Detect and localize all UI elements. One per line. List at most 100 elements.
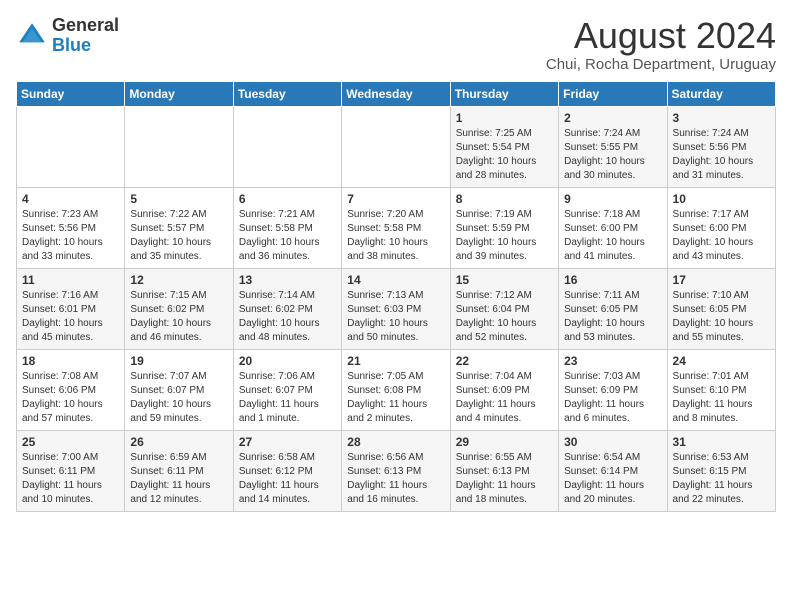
cell-w4-d3: 20 Sunrise: 7:06 AM Sunset: 6:07 PM Dayli…	[233, 349, 341, 430]
week-row-1: 1Sunrise: 7:25 AM Sunset: 5:54 PM Daylig…	[17, 106, 776, 187]
cell-w4-d5: 22 Sunrise: 7:04 AM Sunset: 6:09 PM Dayli…	[450, 349, 558, 430]
cell-w5-d4: 28Sunrise: 6:56 AM Sunset: 6:13 PM Dayli…	[342, 430, 450, 511]
location: Chui, Rocha Department, Uruguay	[546, 56, 776, 73]
day-number: 16	[564, 273, 661, 287]
cell-w5-d2: 26 Sunrise: 6:59 AM Sunset: 6:11 PM Dayli…	[125, 430, 233, 511]
day-number: 9	[564, 192, 661, 206]
cell-content: Sunrise: 7:07 AM Sunset: 6:07 PM Dayligh…	[130, 370, 227, 426]
cell-w3-d5: 15 Sunrise: 7:12 AM Sunset: 6:04 PM Dayli…	[450, 268, 558, 349]
week-row-5: 25Sunrise: 7:00 AM Sunset: 6:11 PM Dayli…	[17, 430, 776, 511]
day-number: 3	[673, 111, 770, 125]
cell-w4-d4: 21 Sunrise: 7:05 AM Sunset: 6:08 PM Dayli…	[342, 349, 450, 430]
day-number: 12	[130, 273, 227, 287]
cell-w2-d2: 5 Sunrise: 7:22 AM Sunset: 5:57 PM Daylig…	[125, 187, 233, 268]
cell-w3-d4: 14 Sunrise: 7:13 AM Sunset: 6:03 PM Dayli…	[342, 268, 450, 349]
week-row-4: 18Sunrise: 7:08 AM Sunset: 6:06 PM Dayli…	[17, 349, 776, 430]
day-number: 21	[347, 354, 444, 368]
cell-content: Sunrise: 7:23 AM Sunset: 5:56 PM Dayligh…	[22, 208, 119, 264]
day-number: 2	[564, 111, 661, 125]
day-number: 20	[239, 354, 336, 368]
logo: General Blue	[16, 16, 119, 56]
day-number: 5	[130, 192, 227, 206]
cell-content: Sunrise: 7:10 AM Sunset: 6:05 PM Dayligh…	[673, 289, 770, 345]
day-number: 4	[22, 192, 119, 206]
cell-w5-d7: 31 Sunrise: 6:53 AM Sunset: 6:15 PM Dayli…	[667, 430, 775, 511]
cell-w1-d6: 2 Sunrise: 7:24 AM Sunset: 5:55 PM Daylig…	[559, 106, 667, 187]
cell-w1-d2	[125, 106, 233, 187]
day-number: 23	[564, 354, 661, 368]
col-monday: Monday	[125, 81, 233, 106]
header-row: Sunday Monday Tuesday Wednesday Thursday…	[17, 81, 776, 106]
cell-w1-d1	[17, 106, 125, 187]
day-number: 11	[22, 273, 119, 287]
cell-w5-d6: 30Sunrise: 6:54 AM Sunset: 6:14 PM Dayli…	[559, 430, 667, 511]
cell-w5-d1: 25Sunrise: 7:00 AM Sunset: 6:11 PM Dayli…	[17, 430, 125, 511]
cell-content: Sunrise: 7:24 AM Sunset: 5:55 PM Dayligh…	[564, 127, 661, 183]
cell-content: Sunrise: 6:54 AM Sunset: 6:14 PM Dayligh…	[564, 451, 661, 507]
cell-content: Sunrise: 7:18 AM Sunset: 6:00 PM Dayligh…	[564, 208, 661, 264]
day-number: 26	[130, 435, 227, 449]
col-sunday: Sunday	[17, 81, 125, 106]
cell-content: Sunrise: 7:15 AM Sunset: 6:02 PM Dayligh…	[130, 289, 227, 345]
calendar-table: Sunday Monday Tuesday Wednesday Thursday…	[16, 81, 776, 512]
cell-w2-d6: 9 Sunrise: 7:18 AM Sunset: 6:00 PM Daylig…	[559, 187, 667, 268]
day-number: 22	[456, 354, 553, 368]
cell-content: Sunrise: 7:14 AM Sunset: 6:02 PM Dayligh…	[239, 289, 336, 345]
cell-content: Sunrise: 7:19 AM Sunset: 5:59 PM Dayligh…	[456, 208, 553, 264]
page-header: General Blue August 2024 Chui, Rocha Dep…	[16, 16, 776, 73]
cell-content: Sunrise: 7:03 AM Sunset: 6:09 PM Dayligh…	[564, 370, 661, 426]
cell-w2-d1: 4 Sunrise: 7:23 AM Sunset: 5:56 PM Daylig…	[17, 187, 125, 268]
day-number: 10	[673, 192, 770, 206]
cell-content: Sunrise: 7:13 AM Sunset: 6:03 PM Dayligh…	[347, 289, 444, 345]
title-block: August 2024 Chui, Rocha Department, Urug…	[546, 16, 776, 73]
day-number: 15	[456, 273, 553, 287]
day-number: 1	[456, 111, 553, 125]
day-number: 17	[673, 273, 770, 287]
cell-w3-d7: 17 Sunrise: 7:10 AM Sunset: 6:05 PM Dayli…	[667, 268, 775, 349]
cell-w2-d4: 7Sunrise: 7:20 AM Sunset: 5:58 PM Daylig…	[342, 187, 450, 268]
cell-w2-d5: 8 Sunrise: 7:19 AM Sunset: 5:59 PM Daylig…	[450, 187, 558, 268]
day-number: 6	[239, 192, 336, 206]
month-year: August 2024	[546, 16, 776, 56]
day-number: 19	[130, 354, 227, 368]
cell-content: Sunrise: 7:04 AM Sunset: 6:09 PM Dayligh…	[456, 370, 553, 426]
cell-content: Sunrise: 7:00 AM Sunset: 6:11 PM Dayligh…	[22, 451, 119, 507]
cell-content: Sunrise: 7:06 AM Sunset: 6:07 PM Dayligh…	[239, 370, 336, 426]
day-number: 18	[22, 354, 119, 368]
week-row-2: 4 Sunrise: 7:23 AM Sunset: 5:56 PM Daylig…	[17, 187, 776, 268]
cell-w3-d3: 13 Sunrise: 7:14 AM Sunset: 6:02 PM Dayli…	[233, 268, 341, 349]
cell-w1-d4	[342, 106, 450, 187]
cell-content: Sunrise: 7:22 AM Sunset: 5:57 PM Dayligh…	[130, 208, 227, 264]
cell-content: Sunrise: 7:17 AM Sunset: 6:00 PM Dayligh…	[673, 208, 770, 264]
cell-w5-d5: 29 Sunrise: 6:55 AM Sunset: 6:13 PM Dayli…	[450, 430, 558, 511]
day-number: 31	[673, 435, 770, 449]
cell-w2-d3: 6Sunrise: 7:21 AM Sunset: 5:58 PM Daylig…	[233, 187, 341, 268]
cell-content: Sunrise: 7:05 AM Sunset: 6:08 PM Dayligh…	[347, 370, 444, 426]
week-row-3: 11Sunrise: 7:16 AM Sunset: 6:01 PM Dayli…	[17, 268, 776, 349]
calendar-body: 1Sunrise: 7:25 AM Sunset: 5:54 PM Daylig…	[17, 106, 776, 511]
day-number: 8	[456, 192, 553, 206]
cell-w4-d1: 18Sunrise: 7:08 AM Sunset: 6:06 PM Dayli…	[17, 349, 125, 430]
cell-content: Sunrise: 6:58 AM Sunset: 6:12 PM Dayligh…	[239, 451, 336, 507]
cell-content: Sunrise: 6:55 AM Sunset: 6:13 PM Dayligh…	[456, 451, 553, 507]
cell-content: Sunrise: 7:20 AM Sunset: 5:58 PM Dayligh…	[347, 208, 444, 264]
calendar-header: Sunday Monday Tuesday Wednesday Thursday…	[17, 81, 776, 106]
cell-w1-d5: 1Sunrise: 7:25 AM Sunset: 5:54 PM Daylig…	[450, 106, 558, 187]
cell-w1-d3	[233, 106, 341, 187]
day-number: 14	[347, 273, 444, 287]
day-number: 13	[239, 273, 336, 287]
cell-content: Sunrise: 6:53 AM Sunset: 6:15 PM Dayligh…	[673, 451, 770, 507]
cell-w3-d2: 12 Sunrise: 7:15 AM Sunset: 6:02 PM Dayli…	[125, 268, 233, 349]
cell-w4-d7: 24Sunrise: 7:01 AM Sunset: 6:10 PM Dayli…	[667, 349, 775, 430]
logo-text: General Blue	[52, 16, 119, 56]
cell-content: Sunrise: 6:59 AM Sunset: 6:11 PM Dayligh…	[130, 451, 227, 507]
cell-w1-d7: 3 Sunrise: 7:24 AM Sunset: 5:56 PM Daylig…	[667, 106, 775, 187]
col-friday: Friday	[559, 81, 667, 106]
col-saturday: Saturday	[667, 81, 775, 106]
cell-content: Sunrise: 7:12 AM Sunset: 6:04 PM Dayligh…	[456, 289, 553, 345]
cell-w2-d7: 10 Sunrise: 7:17 AM Sunset: 6:00 PM Dayli…	[667, 187, 775, 268]
cell-w5-d3: 27Sunrise: 6:58 AM Sunset: 6:12 PM Dayli…	[233, 430, 341, 511]
cell-w4-d6: 23 Sunrise: 7:03 AM Sunset: 6:09 PM Dayli…	[559, 349, 667, 430]
day-number: 29	[456, 435, 553, 449]
cell-content: Sunrise: 7:24 AM Sunset: 5:56 PM Dayligh…	[673, 127, 770, 183]
